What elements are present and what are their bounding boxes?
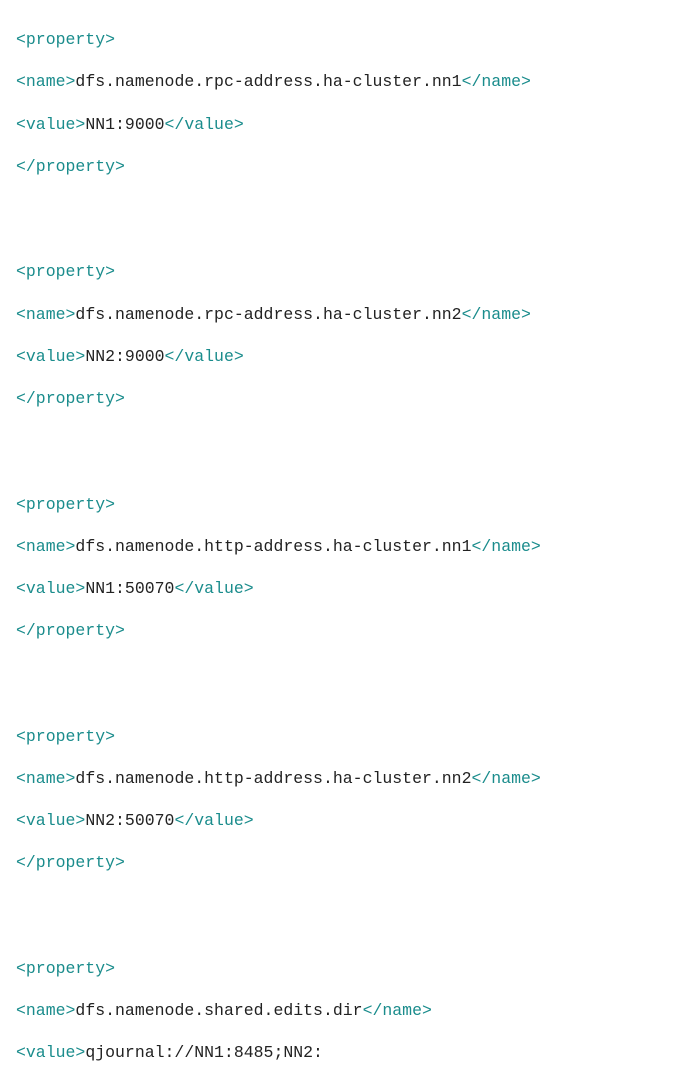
tag-name-close: </name> (462, 72, 531, 91)
blank-line (16, 662, 660, 683)
tag-property-open: <property> (16, 30, 115, 49)
tag-value-open: <value> (16, 347, 85, 366)
tag-property-open: <property> (16, 262, 115, 281)
tag-name-close: </name> (462, 305, 531, 324)
line: <property> (16, 494, 660, 515)
tag-property-close: </property> (16, 157, 125, 176)
code-block: <property> <name>dfs.namenode.rpc-addres… (16, 8, 660, 1078)
tag-name-close: </name> (472, 537, 541, 556)
value-text: NN1:50070 (85, 579, 174, 598)
name-text: dfs.namenode.rpc-address.ha-cluster.nn2 (75, 305, 461, 324)
line: </property> (16, 388, 660, 409)
blank-line (16, 895, 660, 916)
line: <name>dfs.namenode.shared.edits.dir</nam… (16, 1000, 660, 1021)
line: <value>qjournal://NN1:8485;NN2: (16, 1042, 660, 1063)
tag-value-close: </value> (174, 811, 253, 830)
line: <value>NN1:9000</value> (16, 114, 660, 135)
tag-value-close: </value> (174, 579, 253, 598)
value-text: qjournal://NN1:8485;NN2: (85, 1043, 323, 1062)
tag-name-open: <name> (16, 537, 75, 556)
line: </property> (16, 852, 660, 873)
line: <value>NN2:50070</value> (16, 810, 660, 831)
tag-value-open: <value> (16, 1043, 85, 1062)
tag-name-open: <name> (16, 1001, 75, 1020)
tag-property-open: <property> (16, 727, 115, 746)
line: <name>dfs.namenode.rpc-address.ha-cluste… (16, 71, 660, 92)
tag-value-close: </value> (165, 115, 244, 134)
tag-value-open: <value> (16, 579, 85, 598)
tag-name-open: <name> (16, 769, 75, 788)
tag-property-close: </property> (16, 389, 125, 408)
tag-name-open: <name> (16, 305, 75, 324)
line: <name>dfs.namenode.rpc-address.ha-cluste… (16, 304, 660, 325)
blank-line (16, 198, 660, 219)
line: <value>NN1:50070</value> (16, 578, 660, 599)
name-text: dfs.namenode.http-address.ha-cluster.nn1 (75, 537, 471, 556)
line: <value>NN2:9000</value> (16, 346, 660, 367)
blank-line (16, 430, 660, 451)
name-text: dfs.namenode.shared.edits.dir (75, 1001, 362, 1020)
tag-name-close: </name> (472, 769, 541, 788)
name-text: dfs.namenode.http-address.ha-cluster.nn2 (75, 769, 471, 788)
line: </property> (16, 620, 660, 641)
line: <property> (16, 958, 660, 979)
tag-property-open: <property> (16, 495, 115, 514)
tag-name-open: <name> (16, 72, 75, 91)
line: <property> (16, 29, 660, 50)
value-text: NN1:9000 (85, 115, 164, 134)
name-text: dfs.namenode.rpc-address.ha-cluster.nn1 (75, 72, 461, 91)
line: </property> (16, 156, 660, 177)
value-text: NN2:50070 (85, 811, 174, 830)
tag-property-open: <property> (16, 959, 115, 978)
tag-property-close: </property> (16, 621, 125, 640)
tag-property-close: </property> (16, 853, 125, 872)
line: <property> (16, 726, 660, 747)
tag-name-close: </name> (363, 1001, 432, 1020)
tag-value-open: <value> (16, 811, 85, 830)
tag-value-open: <value> (16, 115, 85, 134)
line: <property> (16, 261, 660, 282)
line: <name>dfs.namenode.http-address.ha-clust… (16, 768, 660, 789)
tag-value-close: </value> (165, 347, 244, 366)
value-text: NN2:9000 (85, 347, 164, 366)
